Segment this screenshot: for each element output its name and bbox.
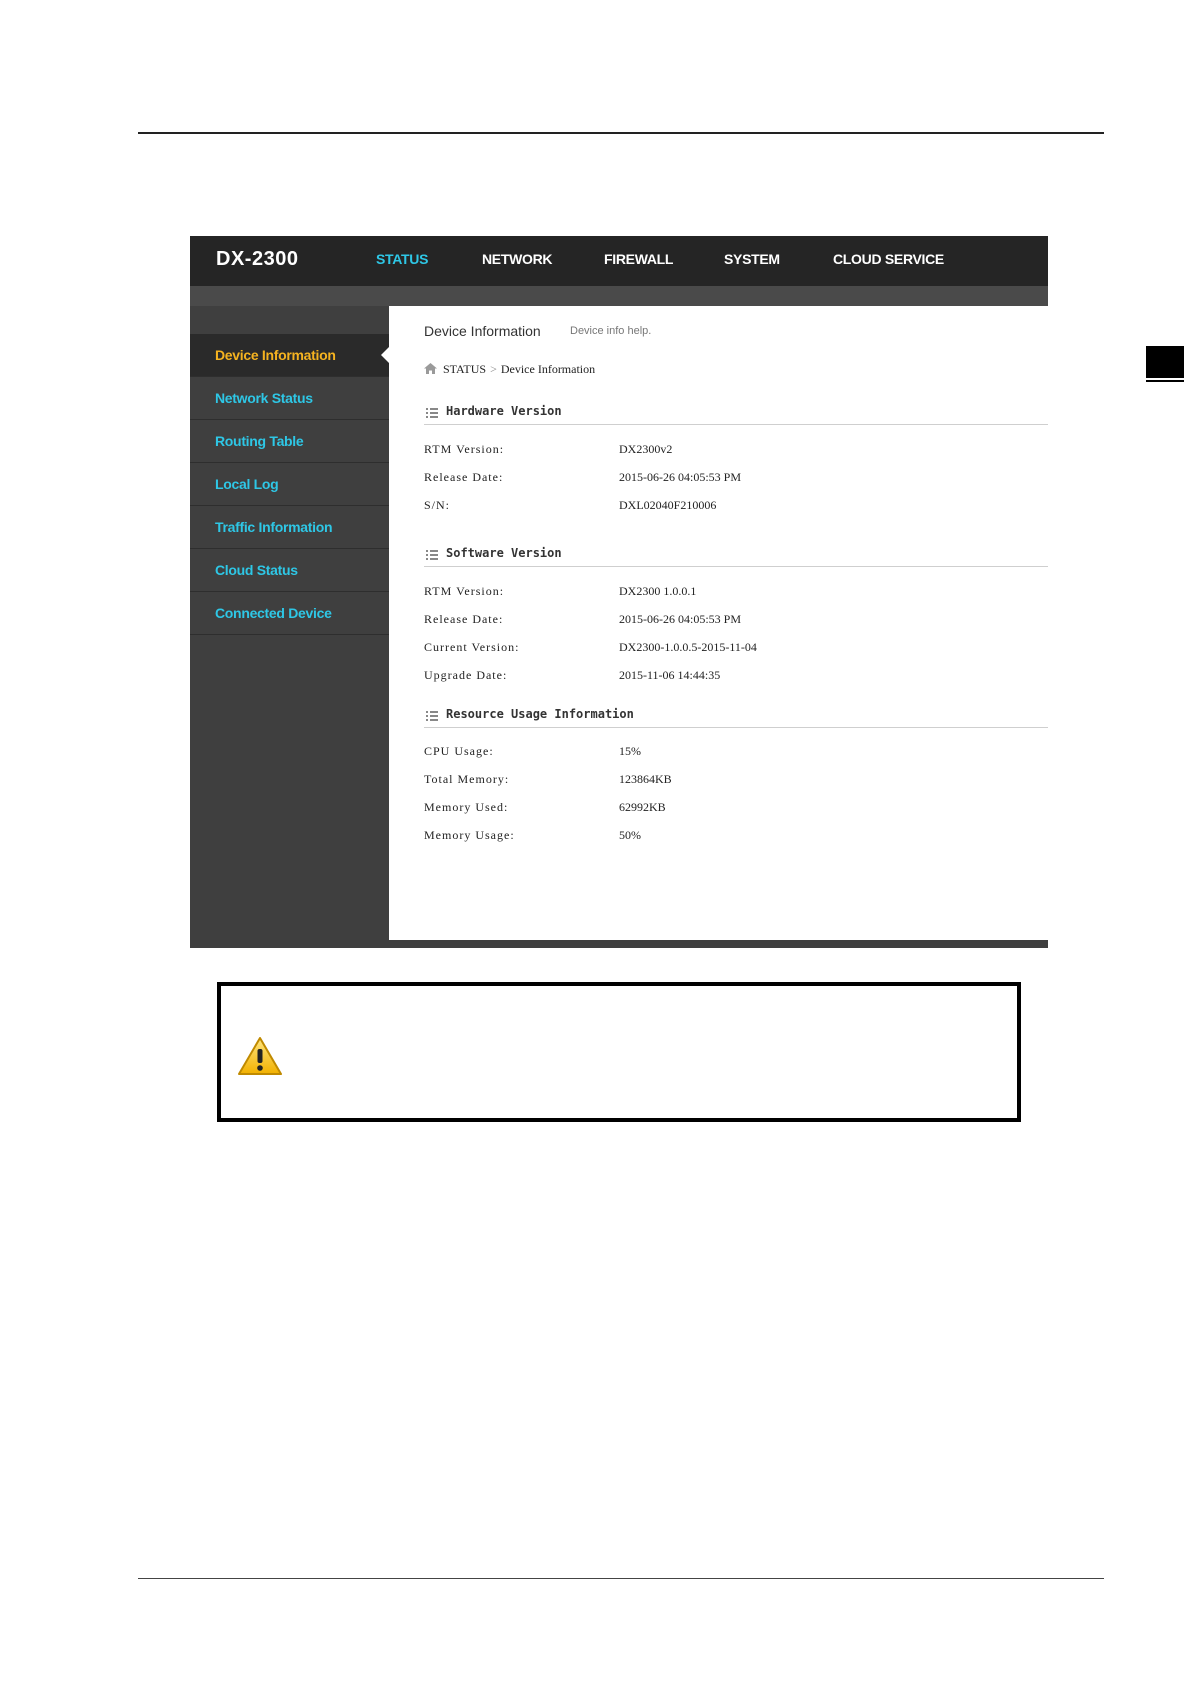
nav-firewall[interactable]: FIREWALL (604, 251, 673, 267)
sidebar-item-routing-table[interactable]: Routing Table (190, 420, 389, 463)
header-rule (138, 132, 1104, 134)
info-row: Upgrade Date: 2015-11-06 14:44:35 (424, 668, 1024, 688)
nav-system[interactable]: SYSTEM (724, 251, 780, 267)
info-value: 123864KB (619, 772, 672, 786)
sidebar-item-label: Routing Table (215, 433, 304, 449)
info-value: 50% (619, 828, 641, 842)
sidebar-item-local-log[interactable]: Local Log (190, 463, 389, 506)
info-value: DX2300-1.0.0.5-2015-11-04 (619, 640, 757, 654)
info-row: CPU Usage: 15% (424, 744, 1024, 764)
info-value: DXL02040F210006 (619, 498, 717, 512)
info-row: RTM Version: DX2300 1.0.0.1 (424, 584, 1024, 604)
info-label: RTM Version: (424, 442, 505, 456)
sidebar-item-label: Network Status (215, 390, 313, 406)
info-label: Memory Usage: (424, 828, 515, 842)
chapter-tab-underline (1146, 380, 1184, 382)
info-label: RTM Version: (424, 584, 505, 598)
info-label: Upgrade Date: (424, 668, 508, 682)
info-row: S/N: DXL02040F210006 (424, 498, 1024, 518)
section-header-resource: Resource Usage Information (424, 705, 1048, 728)
page-help-link[interactable]: Device info help. (570, 325, 651, 337)
sidebar: Device Information Network Status Routin… (190, 334, 389, 635)
warning-icon (237, 1036, 283, 1081)
breadcrumb: STATUS > Device Information (424, 362, 595, 378)
sidebar-item-traffic-information[interactable]: Traffic Information (190, 506, 389, 549)
breadcrumb-root[interactable]: STATUS (443, 362, 486, 376)
info-value: 2015-06-26 04:05:53 PM (619, 612, 742, 626)
info-value: 2015-11-06 14:44:35 (619, 668, 721, 682)
footer-rule (138, 1578, 1104, 1579)
section-title: Software Version (446, 546, 562, 560)
sidebar-item-label: Local Log (215, 476, 279, 492)
home-icon[interactable] (424, 363, 437, 378)
sidebar-item-device-information[interactable]: Device Information (190, 334, 389, 377)
info-row: Release Date: 2015-06-26 04:05:53 PM (424, 470, 1024, 490)
page-title: Device Information (424, 323, 541, 339)
breadcrumb-separator: > (490, 362, 497, 376)
info-value: DX2300 1.0.0.1 (619, 584, 697, 598)
sidebar-item-connected-device[interactable]: Connected Device (190, 592, 389, 635)
info-label: CPU Usage: (424, 744, 494, 758)
info-value: 62992KB (619, 800, 666, 814)
sidebar-item-network-status[interactable]: Network Status (190, 377, 389, 420)
info-row: RTM Version: DX2300v2 (424, 442, 1024, 462)
section-title: Hardware Version (446, 404, 562, 418)
ui-bottom-bar (190, 940, 1048, 948)
list-icon (426, 548, 438, 566)
nav-network[interactable]: NETWORK (482, 251, 553, 267)
info-row: Memory Usage: 50% (424, 828, 1024, 848)
brand-logo: DX-2300 (216, 248, 299, 270)
section-header-software: Software Version (424, 544, 1048, 567)
info-label: Memory Used: (424, 800, 509, 814)
info-label: Release Date: (424, 612, 504, 626)
sub-bar (190, 286, 1048, 306)
list-icon (426, 709, 438, 727)
info-value: 15% (619, 744, 641, 758)
main-content: Device Information Device info help. STA… (389, 306, 1048, 940)
info-row: Memory Used: 62992KB (424, 800, 1024, 820)
section-title: Resource Usage Information (446, 707, 634, 721)
info-row: Current Version: DX2300-1.0.0.5-2015-11-0… (424, 640, 1024, 660)
sidebar-item-label: Cloud Status (215, 562, 298, 578)
nav-cloud-service[interactable]: CLOUD SERVICE (833, 251, 944, 267)
sidebar-item-label: Device Information (215, 347, 336, 363)
chapter-tab (1146, 346, 1184, 378)
info-label: Release Date: (424, 470, 504, 484)
info-label: Total Memory: (424, 772, 510, 786)
breadcrumb-current: Device Information (500, 362, 596, 376)
nav-status[interactable]: STATUS (376, 251, 428, 267)
router-ui-screenshot: DX-2300 STATUS NETWORK FIREWALL SYSTEM C… (190, 236, 1048, 948)
info-row: Release Date: 2015-06-26 04:05:53 PM (424, 612, 1024, 632)
sidebar-item-label: Connected Device (215, 605, 332, 621)
info-label: Current Version: (424, 640, 520, 654)
info-value: 2015-06-26 04:05:53 PM (619, 470, 742, 484)
info-row: Total Memory: 123864KB (424, 772, 1024, 792)
sidebar-item-label: Traffic Information (215, 519, 333, 535)
top-nav-bar: DX-2300 STATUS NETWORK FIREWALL SYSTEM C… (190, 236, 1048, 286)
section-header-hardware: Hardware Version (424, 402, 1048, 425)
warning-box (217, 982, 1021, 1122)
sidebar-item-cloud-status[interactable]: Cloud Status (190, 549, 389, 592)
list-icon (426, 406, 438, 424)
info-label: S/N: (424, 498, 451, 512)
info-value: DX2300v2 (619, 442, 673, 456)
